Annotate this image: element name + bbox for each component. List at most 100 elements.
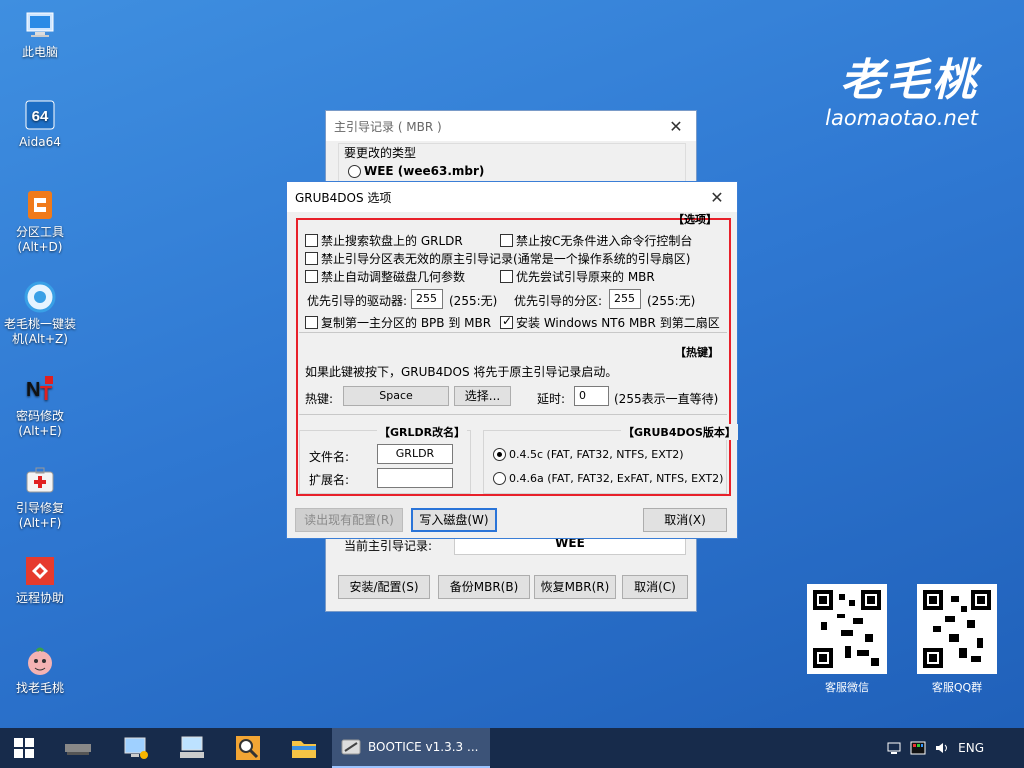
hotkey-select-button[interactable]: 选择... <box>454 386 511 406</box>
backup-mbr-button[interactable]: 备份MBR(B) <box>438 575 530 599</box>
checkbox-label: 优先尝试引导原来的 MBR <box>516 270 655 284</box>
radio-icon <box>348 164 361 178</box>
close-icon[interactable]: ✕ <box>697 188 737 207</box>
install-nt6-mbr-checkbox[interactable]: 安装 Windows NT6 MBR 到第二扇区 <box>500 314 720 331</box>
checkbox-note: (通常是一个操作系统的引导扇区) <box>513 252 691 266</box>
one-click-install-icon <box>23 280 57 314</box>
close-icon[interactable]: ✕ <box>656 117 696 136</box>
no-c-console-checkbox[interactable]: 禁止按C无条件进入命令行控制台 <box>500 232 692 249</box>
desktop-icon-boot-repair[interactable]: 引导修复 (Alt+F) <box>2 464 78 531</box>
no-floppy-checkbox[interactable]: 禁止搜索软盘上的 GRLDR <box>305 232 463 249</box>
partition-tool-icon <box>23 188 57 222</box>
hotkey-value[interactable]: Space <box>343 386 449 406</box>
hotkey-section-header: 【热键】 <box>675 346 719 359</box>
grldr-section-header: 【GRLDR改名】 <box>377 424 468 440</box>
start-button[interactable] <box>0 728 48 768</box>
grub-cancel-button[interactable]: 取消(X) <box>643 508 727 532</box>
preferred-partition-input[interactable]: 255 <box>609 289 641 309</box>
divider <box>299 332 727 333</box>
divider <box>299 414 727 415</box>
find-laomaotao-icon <box>23 644 57 678</box>
prefer-orig-mbr-checkbox[interactable]: 优先尝试引导原来的 MBR <box>500 268 655 285</box>
preferred-partition-note: (255:无) <box>647 294 696 308</box>
desktop-icon-label: 引导修复 (Alt+F) <box>15 501 64 530</box>
version-radio-046a[interactable]: 0.4.6a (FAT, FAT32, ExFAT, NTFS, EXT2) <box>493 472 723 485</box>
filename-label: 文件名: <box>309 450 350 464</box>
preferred-partition-label: 优先引导的分区: <box>514 294 603 308</box>
desktop-icon-remote-assist[interactable]: 远程协助 <box>2 554 78 606</box>
delay-note: (255表示一直等待) <box>614 392 719 406</box>
desktop-icon-label: 远程协助 <box>15 591 64 605</box>
qr-qq-group: 客服QQ群 <box>917 584 997 695</box>
brand-logo: 老毛桃 laomaotao.net <box>825 44 978 130</box>
version-radio-045c[interactable]: 0.4.5c (FAT, FAT32, NTFS, EXT2) <box>493 448 684 461</box>
monitor-network-icon <box>124 737 148 759</box>
qr-label: 客服微信 <box>825 681 869 694</box>
write-disk-button[interactable]: 写入磁盘(W) <box>411 508 497 532</box>
copy-bpb-checkbox[interactable]: 复制第一主分区的 BPB 到 MBR <box>305 314 491 331</box>
taskbar-file-explorer[interactable] <box>276 728 332 768</box>
desktop-icon-label: Aida64 <box>19 135 61 149</box>
options-section-header: 【选项】 <box>673 213 717 226</box>
display-color-icon[interactable] <box>910 740 926 756</box>
memory-chip-icon <box>65 744 91 755</box>
checkbox-icon <box>500 234 513 247</box>
checkbox-icon <box>305 234 318 247</box>
desktop-icon-one-click-install[interactable]: 老毛桃一键装 机(Alt+Z) <box>2 280 78 347</box>
type-label: 要更改的类型 <box>344 146 417 160</box>
preferred-drive-note: (255:无) <box>449 294 498 308</box>
taskbar-network-tool[interactable] <box>108 728 164 768</box>
input-language[interactable]: ENG <box>958 741 984 755</box>
preferred-drive-input[interactable]: 255 <box>411 289 443 309</box>
delay-label: 延时: <box>537 392 566 406</box>
dialog-title: GRUB4DOS 选项 <box>295 190 392 205</box>
brand-name-cn: 老毛桃 <box>840 55 978 106</box>
version-section-header: 【GRUB4DOS版本】 <box>621 424 738 440</box>
restore-mbr-button[interactable]: 恢复MBR(R) <box>534 575 616 599</box>
checkbox-icon <box>305 316 318 329</box>
current-mbr-label: 当前主引导记录: <box>344 539 433 553</box>
desktop-icon-find-laomaotao[interactable]: 找老毛桃 <box>2 644 78 696</box>
desktop-icon-partition-tool[interactable]: 分区工具 (Alt+D) <box>2 188 78 255</box>
radio-icon <box>493 472 506 485</box>
grub4dos-dialog: GRUB4DOS 选项 ✕ 【选项】 禁止搜索软盘上的 GRLDR 禁止按C无条… <box>286 181 738 539</box>
boot-repair-icon <box>23 464 57 498</box>
taskbar-memory-tool[interactable] <box>48 728 108 768</box>
desktop-icon-label: 找老毛桃 <box>15 681 64 695</box>
checkbox-label: 禁止引导分区表无效的原主引导记录 <box>321 252 514 266</box>
desktop-icon-aida64[interactable]: 64 Aida64 <box>2 98 78 150</box>
system-tray: ENG <box>886 740 1024 756</box>
checkbox-label: 禁止搜索软盘上的 GRLDR <box>321 234 463 248</box>
network-icon[interactable] <box>886 740 902 756</box>
taskbar-search-tool[interactable] <box>220 728 276 768</box>
taskbar-remote-tool[interactable] <box>164 728 220 768</box>
desktop-icon-label: 密码修改 (Alt+E) <box>15 409 64 438</box>
qr-wechat: 客服微信 <box>807 584 887 695</box>
grub4dos-titlebar[interactable]: GRUB4DOS 选项 ✕ <box>287 182 737 212</box>
hotkey-label: 热键: <box>305 392 334 406</box>
radio-label: 0.4.6a (FAT, FAT32, ExFAT, NTFS, EXT2) <box>509 472 724 485</box>
type-radio-wee[interactable]: WEE (wee63.mbr) <box>348 164 484 178</box>
desktop-icon-computer[interactable]: 此电脑 <box>2 8 78 60</box>
desktop-icon-password[interactable]: NT 密码修改 (Alt+E) <box>2 372 78 439</box>
extension-label: 扩展名: <box>309 473 350 487</box>
no-geometry-checkbox[interactable]: 禁止自动调整磁盘几何参数 <box>305 268 465 285</box>
taskbar: BOOTICE v1.3.3 ... ENG <box>0 728 1024 768</box>
checkbox-label: 禁止自动调整磁盘几何参数 <box>321 270 466 284</box>
mbr-cancel-button[interactable]: 取消(C) <box>622 575 688 599</box>
taskbar-bootice-app[interactable]: BOOTICE v1.3.3 ... <box>332 728 490 768</box>
preferred-drive-label: 优先引导的驱动器: <box>307 294 408 308</box>
qr-code-image <box>917 584 997 674</box>
mbr-window-titlebar[interactable]: 主引导记录 ( MBR ) ✕ <box>326 111 696 141</box>
install-config-button[interactable]: 安装/配置(S) <box>338 575 430 599</box>
no-invalid-mbr-checkbox[interactable]: 禁止引导分区表无效的原主引导记录 (通常是一个操作系统的引导扇区) <box>305 250 690 267</box>
svg-text:64: 64 <box>32 108 49 125</box>
filename-input[interactable]: GRLDR <box>377 444 453 464</box>
read-config-button[interactable]: 读出现有配置(R) <box>295 508 403 532</box>
extension-input[interactable] <box>377 468 453 488</box>
volume-icon[interactable] <box>934 740 950 756</box>
delay-input[interactable]: 0 <box>574 386 609 406</box>
svg-text:T: T <box>40 383 52 405</box>
checkbox-label: 复制第一主分区的 BPB 到 MBR <box>321 316 492 330</box>
desktop-icon-label: 老毛桃一键装 机(Alt+Z) <box>3 317 76 346</box>
